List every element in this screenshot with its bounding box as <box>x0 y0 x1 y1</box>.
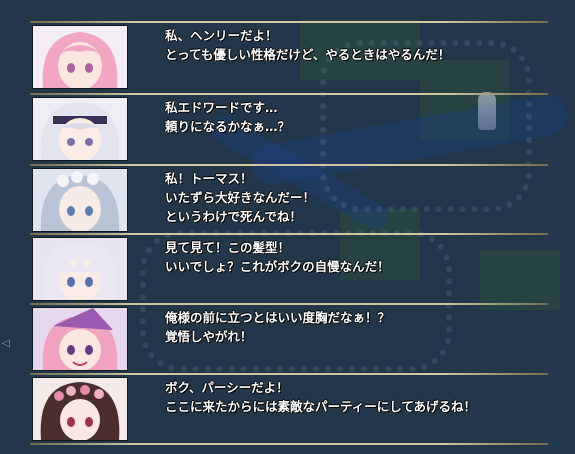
dialogue-line: 私、ヘンリーだよ！ <box>165 28 278 43</box>
dialogue-line: 覚悟しやがれ！ <box>165 329 253 344</box>
dialogue-line: ここに来たからには素敵なパーティーにしてあげるね！ <box>165 399 477 414</box>
pink-hair-witch-hat-portrait <box>32 307 128 371</box>
dark-hair-flower-wreath-portrait <box>32 377 128 441</box>
silver-hair-flower-crown-portrait <box>32 168 128 232</box>
dialogue-line: いたずら大好きなんだー！ <box>165 190 316 205</box>
dialogue-line: とっても優しい性格だけど、やるときはやるんだ！ <box>165 47 451 62</box>
dialogue-line: 頼りになるかなぁ…？ <box>165 119 291 134</box>
dialogue-text: 私エドワードです… 頼りになるかなぁ…？ <box>165 98 544 136</box>
divider <box>30 21 548 23</box>
dialogue-text: 見て見て！この髪型！ いいでしょ？これがボクの自慢なんだ！ <box>165 238 544 276</box>
dialogue-line: 私エドワードです… <box>165 100 278 115</box>
white-hair-boy-portrait <box>32 237 128 301</box>
dialogue-line: 私！トーマス！ <box>165 171 253 186</box>
dialogue-text: 私！トーマス！ いたずら大好きなんだー！ というわけで死んでね！ <box>165 169 544 226</box>
divider <box>30 303 548 305</box>
dialogue-row: 見て見て！この髪型！ いいでしょ？これがボクの自慢なんだ！ <box>30 233 548 302</box>
dialogue-line: ボク、パーシーだよ！ <box>165 380 289 395</box>
divider <box>30 443 548 445</box>
dialogue-line: 俺様の前に立つとはいい度胸だなぁ！？ <box>165 310 391 325</box>
dialogue-row: 私エドワードです… 頼りになるかなぁ…？ <box>30 93 548 162</box>
divider <box>30 233 548 235</box>
dialogue-row: 私！トーマス！ いたずら大好きなんだー！ というわけで死んでね！ <box>30 164 548 233</box>
white-veil-nun-portrait <box>32 97 128 161</box>
dialogue-line: 見て見て！この髪型！ <box>165 240 291 255</box>
divider <box>30 373 548 375</box>
dialogue-text: 俺様の前に立つとはいい度胸だなぁ！？ 覚悟しやがれ！ <box>165 308 544 346</box>
dialogue-text: ボク、パーシーだよ！ ここに来たからには素敵なパーティーにしてあげるね！ <box>165 378 544 416</box>
dialogue-row: ボク、パーシーだよ！ ここに来たからには素敵なパーティーにしてあげるね！ <box>30 373 548 442</box>
pink-hair-girl-portrait <box>32 25 128 89</box>
dialogue-row: 俺様の前に立つとはいい度胸だなぁ！？ 覚悟しやがれ！ <box>30 303 548 372</box>
dialogue-list: 私、ヘンリーだよ！ とっても優しい性格だけど、やるときはやるんだ！ 私エドワード… <box>0 0 575 454</box>
divider <box>30 93 548 95</box>
dialogue-text: 私、ヘンリーだよ！ とっても優しい性格だけど、やるときはやるんだ！ <box>165 26 544 64</box>
dialogue-row: 私、ヘンリーだよ！ とっても優しい性格だけど、やるときはやるんだ！ <box>30 21 548 90</box>
dialogue-line: いいでしょ？これがボクの自慢なんだ！ <box>165 259 390 274</box>
divider <box>30 164 548 166</box>
dialogue-line: というわけで死んでね！ <box>165 209 302 224</box>
